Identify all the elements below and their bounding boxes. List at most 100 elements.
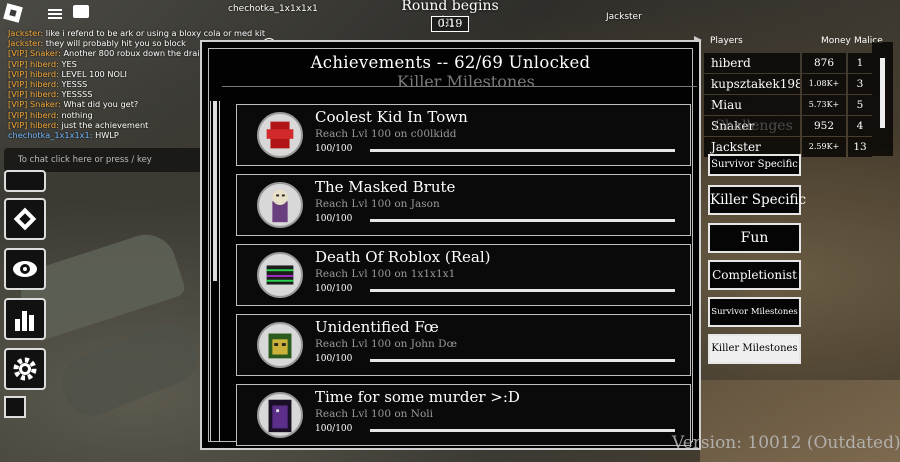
- chat-message-author[interactable]: Jackster: [8, 28, 40, 38]
- achievement-description: Reach Lvl 100 on 1x1x1x1: [315, 268, 456, 280]
- chat-message-text: nothing: [58, 109, 93, 120]
- category-ghost-title: Killer Milestones: [397, 72, 535, 91]
- scrollbar-thumb[interactable]: [213, 101, 217, 281]
- player-name: hiberd: [704, 53, 800, 73]
- players-header: Players: [710, 36, 743, 46]
- achievement-description: Reach Lvl 100 on John Dœ: [315, 338, 457, 350]
- achievement-card[interactable]: Death Of Roblox (Real) Reach Lvl 100 on 1…: [236, 244, 691, 306]
- settings-button[interactable]: [4, 348, 46, 390]
- achievement-progress-bar: [370, 219, 675, 222]
- chat-message-text: Another 800 robux down the drain: [60, 48, 205, 59]
- achievement-progress-bar: [370, 429, 675, 432]
- player-money: 876: [802, 53, 846, 73]
- chat-message-text: like i refend to be ark or using a bloxy…: [43, 28, 266, 38]
- progress-fill: [370, 429, 675, 432]
- achievement-title: Unidentified Fœ: [315, 318, 439, 336]
- category-button[interactable]: Killer Milestones: [708, 334, 801, 364]
- chat-message-author[interactable]: Snaker: [30, 48, 58, 58]
- roblox-logo-icon[interactable]: [3, 3, 23, 23]
- player-row[interactable]: kupsztakek19831.08K+3: [704, 74, 890, 94]
- category-ghost-label: Challenges: [714, 118, 793, 134]
- player-name: kupsztakek1983: [704, 74, 800, 94]
- achievement-title: The Masked Brute: [315, 178, 456, 196]
- eye-icon: [13, 261, 37, 277]
- chat-message-prefix: [VIP]: [8, 58, 30, 69]
- achievement-progress-text: 100/100: [315, 284, 353, 294]
- progress-fill: [370, 149, 675, 152]
- achievement-title: Death Of Roblox (Real): [315, 248, 491, 266]
- chat-message-author[interactable]: chechotka_1x1x1x1: [8, 130, 90, 140]
- achievement-description: Reach Lvl 100 on Noli: [315, 408, 433, 420]
- player-malice: 3: [848, 74, 872, 94]
- player-money: 2.59K+: [802, 137, 846, 157]
- player-row[interactable]: hiberd 876 1: [704, 53, 890, 73]
- progress-fill: [370, 219, 675, 222]
- achievements-scrollbar[interactable]: [210, 101, 220, 441]
- player-nametag: chechotka_1x1x1x1: [228, 4, 318, 14]
- gear-icon: [13, 357, 37, 381]
- chat-message-author[interactable]: hiberd: [30, 79, 56, 89]
- achievement-description: Reach Lvl 100 on Jason: [315, 198, 440, 210]
- chat-message-prefix: [VIP]: [8, 119, 30, 130]
- player-row[interactable]: Miau 5.73K+ 5: [704, 95, 890, 115]
- achievement-card[interactable]: The Masked Brute Reach Lvl 100 on Jason 10…: [236, 174, 691, 236]
- achievement-progress-bar: [370, 149, 675, 152]
- chat-message-prefix: [VIP]: [8, 109, 30, 120]
- chat-message-author[interactable]: hiberd: [30, 59, 56, 69]
- chat-message-prefix: [VIP]: [8, 79, 30, 90]
- bar-chart-icon: [15, 311, 34, 331]
- chat-message-author[interactable]: Jackster: [8, 38, 40, 48]
- chat-message-author[interactable]: hiberd: [30, 89, 56, 99]
- chat-message-text: HWLP: [92, 130, 119, 141]
- spectate-button[interactable]: [4, 248, 46, 290]
- chat-toggle-icon[interactable]: [73, 5, 89, 18]
- achievement-title: Time for some murder >:D: [315, 388, 520, 406]
- player-malice: 1: [848, 53, 872, 73]
- chat-message-text: LEVEL 100 NOLI: [58, 68, 127, 79]
- red-dice-badge-icon: [257, 112, 303, 158]
- chat-message-prefix: [VIP]: [8, 48, 30, 59]
- glitch-figure-badge-icon: [257, 252, 303, 298]
- category-button[interactable]: Fun: [708, 223, 801, 253]
- background-couch: [53, 315, 207, 425]
- chat-message-text: What did you get?: [60, 99, 139, 110]
- john-doe-badge-icon: [257, 322, 303, 368]
- player-malice: 4: [848, 116, 872, 136]
- side-button[interactable]: [4, 170, 46, 192]
- category-button[interactable]: Completionist: [708, 260, 801, 290]
- chat-message-prefix: [VIP]: [8, 68, 30, 79]
- menu-icon[interactable]: [46, 5, 64, 23]
- chat-message-prefix: [VIP]: [8, 89, 30, 100]
- chat-message-author[interactable]: hiberd: [30, 110, 56, 120]
- achievement-card[interactable]: Time for some murder >:D Reach Lvl 100 on…: [236, 384, 691, 446]
- extra-button[interactable]: [4, 396, 26, 418]
- diamond-icon: [13, 207, 37, 231]
- achievement-progress-bar: [370, 359, 675, 362]
- chat-input-placeholder: To chat click here or press / key: [18, 155, 152, 165]
- chat-message-text: just the achievement: [58, 119, 149, 130]
- stats-button[interactable]: [4, 298, 46, 340]
- category-button[interactable]: Killer Specific: [708, 185, 806, 215]
- version-label: Version: 10012 (Outdated): [672, 433, 900, 453]
- chat-message-author[interactable]: Snaker: [30, 99, 58, 109]
- achievement-card[interactable]: Coolest Kid In Town Reach Lvl 100 on c00l…: [236, 104, 691, 166]
- player-nametag: Jackster: [606, 12, 642, 22]
- masked-figure-badge-icon: [257, 182, 303, 228]
- chat-message-author[interactable]: hiberd: [30, 69, 56, 79]
- title-divider: [222, 86, 697, 87]
- player-malice: 5: [848, 95, 872, 115]
- panel-title: Achievements -- 62/69 Unlocked: [310, 53, 591, 72]
- purple-figure-badge-icon: [257, 392, 303, 438]
- achievement-description: Reach Lvl 100 on c00lkidd: [315, 128, 457, 140]
- category-button[interactable]: Survivor Milestones: [708, 297, 801, 327]
- chat-message: Jackster: like i refend to be ark or usi…: [0, 28, 275, 38]
- chat-message-author[interactable]: hiberd: [30, 120, 56, 130]
- abilities-button[interactable]: [4, 198, 46, 240]
- achievement-progress-text: 100/100: [315, 424, 353, 434]
- achievement-progress-text: 100/100: [315, 214, 353, 224]
- chat-message-text: they will probably hit you so block: [43, 38, 186, 49]
- achievement-card[interactable]: Unidentified Fœ Reach Lvl 100 on John Dœ 1…: [236, 314, 691, 376]
- money-header: Money: [821, 36, 851, 46]
- category-button[interactable]: Survivor Specific: [708, 154, 801, 176]
- chat-message-text: YESSS: [58, 79, 88, 90]
